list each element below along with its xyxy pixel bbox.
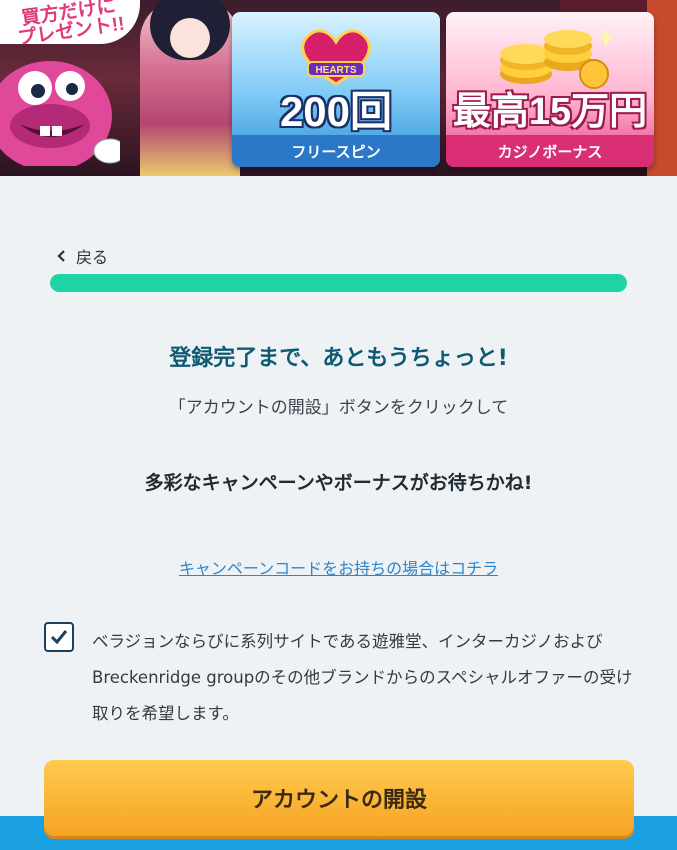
hearts-logo-icon: HEARTS [301,29,371,86]
mascot-monster-icon [0,61,120,166]
benefit-text: 多彩なキャンペーンやボーナスがお待ちかね! [144,472,533,494]
svg-text:HEARTS: HEARTS [315,65,356,76]
consent-label: ベラジョンならびに系列サイトである遊雅堂、インターカジノおよびBreckenri… [92,632,633,723]
checkmark-icon [50,630,68,645]
bonus-label: カジノボーナス [446,135,654,167]
promo-ribbon-text: 買方だけに プレゼント!! [16,0,127,50]
free-spins-count: 200回 [279,88,393,135]
open-account-button[interactable]: アカウントの開設 [44,760,634,836]
casino-bonus-card: 最高15万円 カジノボーナス [446,12,654,167]
character-illustration [140,0,240,176]
gold-coins-icon [500,28,616,89]
free-spins-label: フリースピン [232,135,440,167]
free-spins-card: HEARTS 200回 フリースピン [232,12,440,167]
progress-fill [50,274,627,292]
instruction-text: 「アカウントの開設」ボタンをクリックして [168,398,509,418]
page-title: 登録完了まで、あともうちょっと! [169,346,508,371]
back-button[interactable]: 戻る [56,243,108,269]
promo-banner: 買方だけに プレゼント!! HEARTS 200回 フリースピン 最高15万円 … [0,0,677,176]
bonus-amount: 最高15万円 [452,91,648,133]
back-label: 戻る [76,248,109,267]
chevron-left-icon [57,250,65,262]
campaign-code-link[interactable]: キャンペーンコードをお持ちの場合はコチラ [0,555,677,579]
consent-checkbox[interactable] [44,622,74,652]
progress-bar [50,274,627,292]
promo-ribbon: 買方だけに プレゼント!! [0,0,140,49]
